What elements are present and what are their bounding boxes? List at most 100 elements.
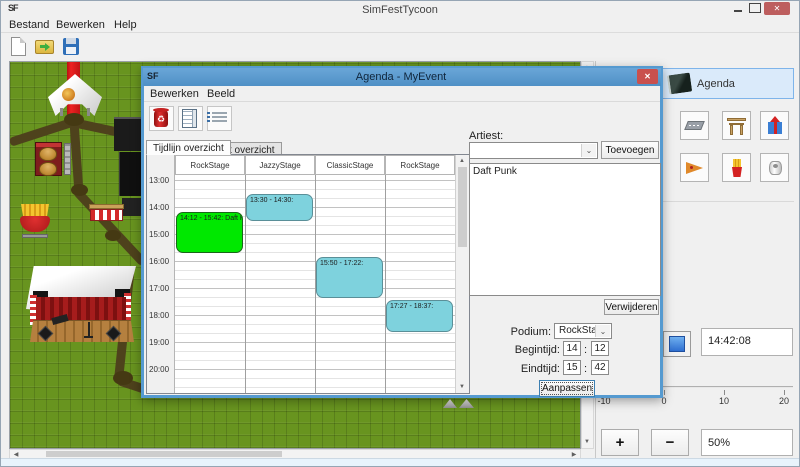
tool-button-road[interactable] <box>680 111 709 140</box>
podium-label: Podium: <box>489 326 551 338</box>
speaker-stack <box>122 198 142 216</box>
minimize-icon <box>734 10 742 12</box>
small-tent <box>459 399 474 408</box>
tent-leg <box>87 108 90 116</box>
start-time-label: Begintijd: <box>494 344 560 356</box>
tent-leg <box>60 108 63 116</box>
map-road-junction <box>71 184 88 196</box>
menu-bar: Bestand Bewerken Help <box>1 18 799 33</box>
save-file-button[interactable] <box>59 35 83 59</box>
timeline-event[interactable]: 13:30 - 14:30: <box>246 194 313 221</box>
menu-bestand[interactable]: Bestand <box>9 19 49 31</box>
chevron-down-icon: ⌄ <box>581 144 596 157</box>
add-artist-button[interactable]: Toevoegen <box>601 141 659 159</box>
dialog-menu-bar: Bewerken Beeld <box>144 86 660 102</box>
menu-help[interactable]: Help <box>114 19 137 31</box>
tool-button-fries[interactable] <box>722 153 751 182</box>
small-tent <box>443 399 457 408</box>
tab-tijdlijn-overzicht[interactable]: Tijdlijn overzicht <box>146 140 231 155</box>
road-icon <box>684 121 705 130</box>
artist-list-item[interactable]: Daft Punk <box>470 164 660 177</box>
speaker-stack <box>119 152 142 196</box>
bench <box>64 143 71 175</box>
list-view-button[interactable] <box>207 106 232 131</box>
close-button[interactable]: ✕ <box>764 2 790 15</box>
start-minute-field[interactable]: 12 <box>591 341 609 356</box>
main-window: SF SimFestTycoon ✕ Bestand Bewerken Help <box>0 0 800 467</box>
timeline-scrollbar[interactable]: ▲ ▼ <box>455 155 469 393</box>
stage-column-header: JazzyStage <box>245 155 315 175</box>
tool-button-toilet-paper[interactable] <box>760 153 789 182</box>
chevron-down-icon: ⌄ <box>595 325 610 337</box>
dialog-title: Agenda - MyEvent <box>143 71 659 83</box>
hour-label: 18:00 <box>149 311 169 320</box>
timeline-event[interactable]: 15:50 - 17:22: <box>316 257 383 298</box>
main-stage <box>26 266 136 344</box>
time-colon: : <box>584 363 587 375</box>
end-time-label: Eindtijd: <box>494 363 560 375</box>
timeline-view-button[interactable] <box>178 106 203 131</box>
end-hour-field[interactable]: 15 <box>563 360 581 375</box>
maximize-button[interactable] <box>749 3 761 13</box>
hour-label: 20:00 <box>149 365 169 374</box>
tool-button-stage[interactable] <box>722 111 751 140</box>
remove-artist-button[interactable]: Verwijderen <box>604 299 659 315</box>
simulation-play-button[interactable] <box>663 331 691 357</box>
open-file-button[interactable] <box>33 35 57 59</box>
tool-button-gift[interactable] <box>760 111 789 140</box>
trash-icon: ♻ <box>154 110 168 127</box>
list-view-icon <box>212 112 227 125</box>
status-bar <box>1 458 799 467</box>
timeline-panel[interactable]: 13:00 14:00 15:00 16:00 17:00 18:00 19:00 20:00… <box>146 154 470 394</box>
artist-label: Artiest: <box>469 130 503 142</box>
zoom-in-button[interactable]: + <box>601 429 639 456</box>
artist-combo[interactable]: ⌄ <box>469 142 598 159</box>
timeline-event[interactable]: 14:12 - 15:42: Daft Punk <box>176 212 243 253</box>
hour-label: 13:00 <box>149 176 169 185</box>
play-icon <box>669 336 685 352</box>
timeline-event[interactable]: 17:27 - 18:37: <box>386 300 453 332</box>
menu-bewerken[interactable]: Bewerken <box>56 19 105 31</box>
podium-combo[interactable]: RockStage ⌄ <box>554 323 612 339</box>
time-colon: : <box>584 344 587 356</box>
hour-label: 17:00 <box>149 284 169 293</box>
window-titlebar: SF SimFestTycoon ✕ <box>1 1 799 18</box>
agenda-book-icon <box>667 72 692 94</box>
map-road-junction <box>113 371 133 385</box>
save-file-icon <box>63 38 79 55</box>
hour-label: 15:00 <box>149 230 169 239</box>
tool-button-pizza[interactable] <box>680 153 709 182</box>
window-title: SimFestTycoon <box>1 4 799 16</box>
new-file-button[interactable] <box>7 35 31 59</box>
zoom-level-display: 50% <box>701 429 793 456</box>
map-road-junction <box>105 230 121 241</box>
stage-column-header: ClassicStage <box>315 155 385 175</box>
end-minute-field[interactable]: 42 <box>591 360 609 375</box>
slider-tick-label: 20 <box>769 396 799 406</box>
hour-label: 14:00 <box>149 203 169 212</box>
start-hour-field[interactable]: 14 <box>563 341 581 356</box>
pizza-tent-logo <box>62 88 75 101</box>
delete-event-button[interactable]: ♻ <box>149 106 174 131</box>
dialog-menu-beeld[interactable]: Beeld <box>207 88 235 100</box>
new-file-icon <box>11 37 26 56</box>
dialog-menu-bewerken[interactable]: Bewerken <box>150 88 199 100</box>
map-road-junction <box>64 113 84 126</box>
stage-column-header: RockStage <box>385 155 455 175</box>
timeline-view-icon <box>182 109 197 128</box>
speaker-stack <box>114 117 142 151</box>
agenda-button-label: Agenda <box>697 78 735 90</box>
stage-column-header: RockStage <box>175 155 245 175</box>
minimize-button[interactable] <box>731 3 745 14</box>
popcorn-stand <box>89 204 124 222</box>
timeline-hour-gutter: 13:00 14:00 15:00 16:00 17:00 18:00 19:00 20:00 <box>147 155 175 393</box>
zoom-out-button[interactable]: − <box>651 429 689 456</box>
fries-icon <box>733 159 741 168</box>
agenda-dialog: SF Agenda - MyEvent ✕ Bewerken Beeld ♻ T… <box>141 66 663 398</box>
hour-label: 19:00 <box>149 338 169 347</box>
apply-button[interactable]: Aanpassen <box>539 380 595 397</box>
hour-label: 16:00 <box>149 257 169 266</box>
dialog-close-button[interactable]: ✕ <box>637 69 658 84</box>
artist-list[interactable]: Daft Punk <box>469 163 661 296</box>
dialog-titlebar[interactable]: SF Agenda - MyEvent ✕ <box>143 68 661 86</box>
